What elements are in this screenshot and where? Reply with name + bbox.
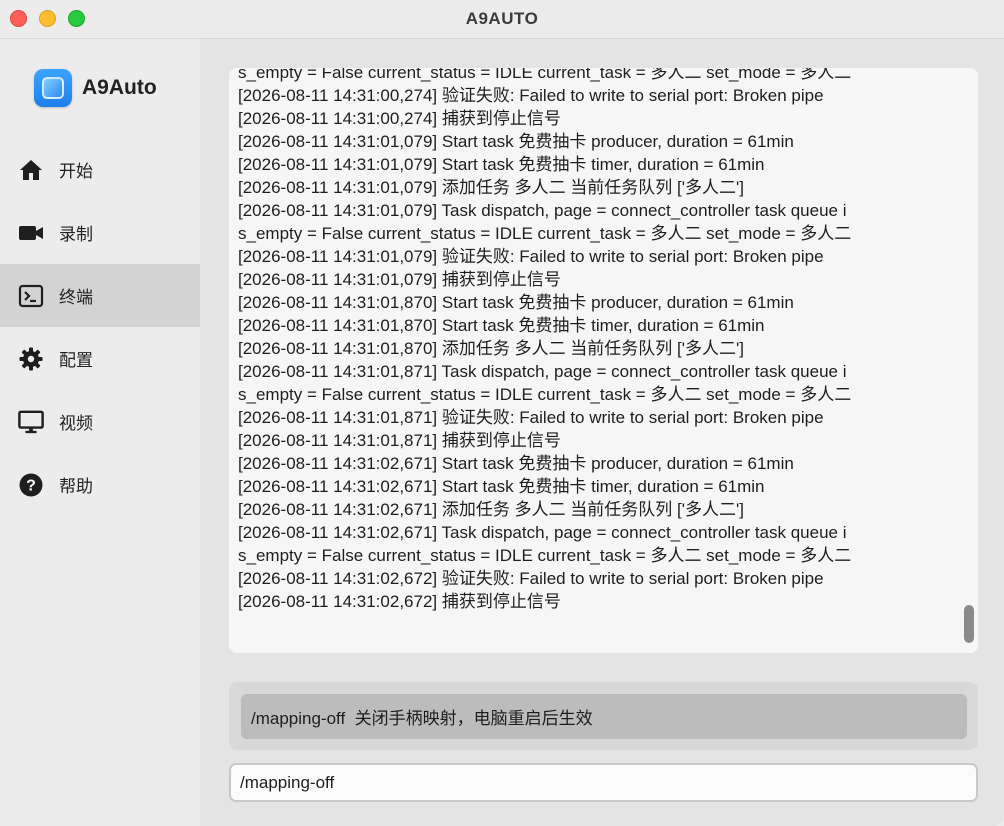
log-line: [2026-08-11 14:31:01,079] 验证失败: Failed t…: [238, 247, 824, 266]
log-line: [2026-08-11 14:31:01,079] Start task 免费抽…: [238, 155, 765, 174]
log-line: [2026-08-11 14:31:01,871] 捕获到停止信号: [238, 431, 561, 450]
log-line: s_empty = False current_status = IDLE cu…: [238, 224, 852, 243]
log-output[interactable]: s_empty = False current_status = IDLE cu…: [229, 68, 978, 653]
app-logo-icon: [34, 69, 72, 107]
sidebar-item-start[interactable]: 开始: [0, 138, 200, 201]
sidebar-item-label: 帮助: [59, 477, 93, 496]
log-line: [2026-08-11 14:31:02,672] 捕获到停止信号: [238, 592, 561, 611]
command-input[interactable]: [229, 763, 978, 802]
log-line: [2026-08-11 14:31:02,672] 验证失败: Failed t…: [238, 569, 824, 588]
log-line: s_empty = False current_status = IDLE cu…: [238, 68, 852, 82]
log-line: [2026-08-11 14:31:01,079] Task dispatch,…: [238, 201, 847, 220]
log-line: [2026-08-11 14:31:01,871] Task dispatch,…: [238, 362, 847, 381]
title-bar: A9AUTO: [0, 0, 1004, 39]
log-line: [2026-08-11 14:31:01,870] Start task 免费抽…: [238, 316, 765, 335]
suggestion-item[interactable]: /mapping-off 关闭手柄映射，电脑重启后生效: [241, 694, 967, 739]
video-camera-icon: [18, 220, 44, 246]
sidebar-item-video[interactable]: 视频: [0, 390, 200, 453]
log-line: [2026-08-11 14:31:01,079] 添加任务 多人二 当前任务队…: [238, 178, 744, 197]
app-window: A9AUTO A9Auto 开始 录制 终端 配置 视频 ? 帮助 s_empt…: [0, 0, 1004, 826]
sidebar-item-label: 配置: [59, 351, 93, 370]
log-line: [2026-08-11 14:31:00,274] 捕获到停止信号: [238, 109, 561, 128]
sidebar: A9Auto 开始 录制 终端 配置 视频 ? 帮助: [0, 39, 200, 826]
log-line: [2026-08-11 14:31:01,870] 添加任务 多人二 当前任务队…: [238, 339, 744, 358]
log-lines: s_empty = False current_status = IDLE cu…: [238, 68, 964, 613]
sidebar-item-help[interactable]: ? 帮助: [0, 453, 200, 516]
sidebar-item-terminal[interactable]: 终端: [0, 264, 200, 327]
log-line: [2026-08-11 14:31:00,274] 验证失败: Failed t…: [238, 86, 824, 105]
sidebar-item-label: 录制: [59, 225, 93, 244]
log-line: s_empty = False current_status = IDLE cu…: [238, 385, 852, 404]
log-line: [2026-08-11 14:31:02,671] Start task 免费抽…: [238, 454, 794, 473]
svg-text:?: ?: [26, 477, 36, 494]
brand-name: A9Auto: [82, 76, 157, 99]
sidebar-nav: 开始 录制 终端 配置 视频 ? 帮助: [0, 138, 200, 516]
sidebar-item-label: 终端: [59, 288, 93, 307]
log-line: [2026-08-11 14:31:02,671] Task dispatch,…: [238, 523, 847, 542]
sidebar-item-label: 开始: [59, 162, 93, 181]
brand: A9Auto: [34, 69, 157, 107]
log-line: [2026-08-11 14:31:01,079] 捕获到停止信号: [238, 270, 561, 289]
sidebar-item-label: 视频: [59, 414, 93, 433]
log-line: [2026-08-11 14:31:01,871] 验证失败: Failed t…: [238, 408, 824, 427]
log-line: [2026-08-11 14:31:01,079] Start task 免费抽…: [238, 132, 794, 151]
terminal-icon: [18, 283, 44, 309]
log-scrollbar[interactable]: [964, 605, 974, 643]
log-line: [2026-08-11 14:31:02,671] 添加任务 多人二 当前任务队…: [238, 500, 744, 519]
log-line: [2026-08-11 14:31:02,671] Start task 免费抽…: [238, 477, 765, 496]
window-title: A9AUTO: [465, 9, 539, 28]
monitor-icon: [18, 409, 44, 435]
log-line: s_empty = False current_status = IDLE cu…: [238, 546, 852, 565]
gear-icon: [18, 346, 44, 372]
home-icon: [18, 157, 44, 183]
sidebar-item-settings[interactable]: 配置: [0, 327, 200, 390]
help-icon: ?: [18, 472, 44, 498]
log-line: [2026-08-11 14:31:01,870] Start task 免费抽…: [238, 293, 794, 312]
command-suggestions: /mapping-off 关闭手柄映射，电脑重启后生效: [229, 682, 978, 750]
sidebar-item-record[interactable]: 录制: [0, 201, 200, 264]
terminal-page: s_empty = False current_status = IDLE cu…: [200, 39, 1004, 826]
